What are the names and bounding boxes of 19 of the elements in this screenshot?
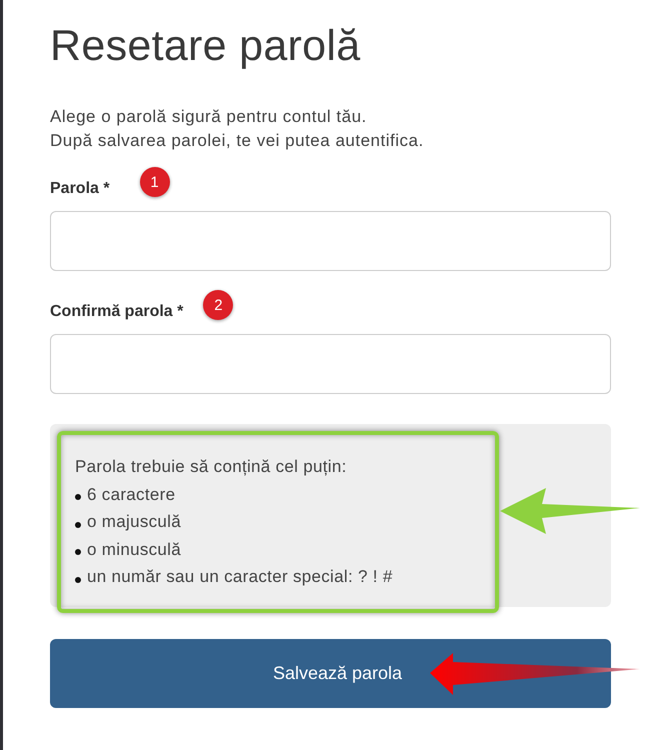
password-field[interactable] [50,334,611,394]
field-label: Confirmă parola * [50,303,184,321]
password-field[interactable] [50,211,611,271]
bullet-icon [75,576,81,583]
requirements-heading: Parola trebuie să conțină cel puțin: [75,456,348,478]
intro-text: După salvarea parolei, te vei putea autentifica. [50,130,425,152]
field-label: Parola * [50,180,110,198]
bullet-icon [75,494,81,500]
save-button[interactable]: Salvează parola [50,639,611,708]
step-marker: 1 [140,167,170,197]
requirement-text: 6 caractere [87,484,176,506]
requirement-text: o majusculă [87,511,182,533]
step-marker: 2 [203,290,234,320]
bullet-icon [75,549,81,556]
requirement-text: un număr sau un caracter special: ? ! # [87,566,393,588]
page-title: Resetare parolă [50,22,362,71]
requirement-text: o minusculă [87,538,182,560]
intro-text: Alege o parolă sigură pentru contul tău. [50,106,368,128]
bullet-icon [75,522,81,528]
